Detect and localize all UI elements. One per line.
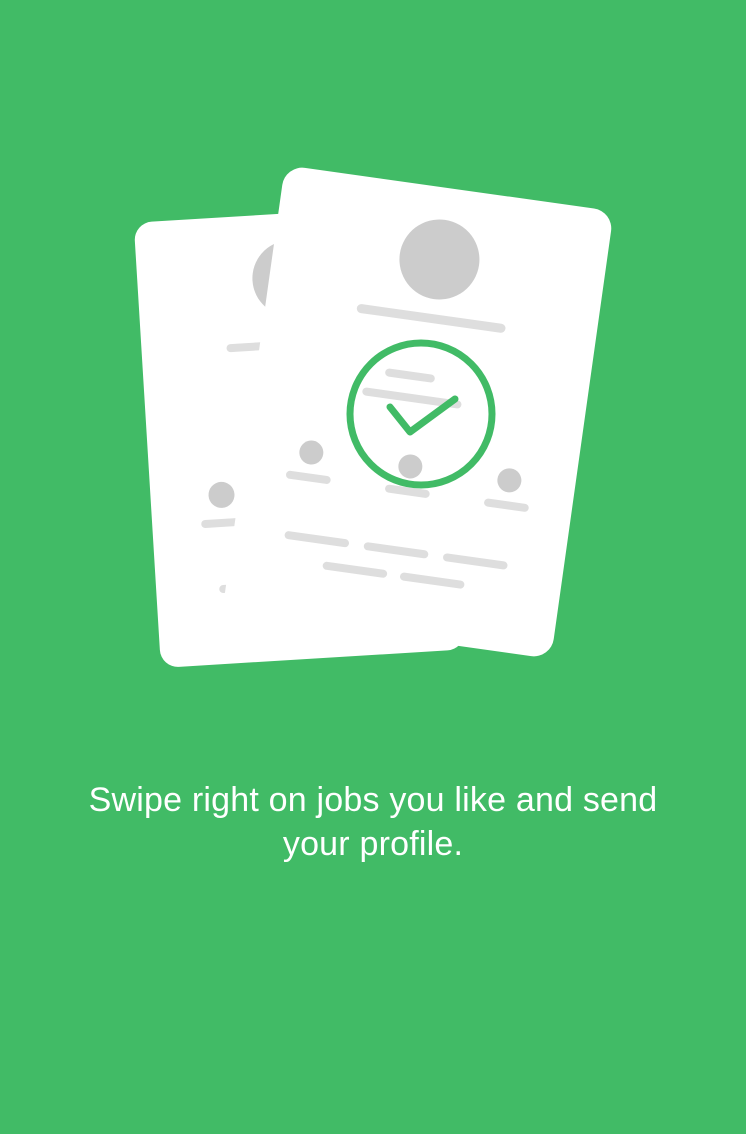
swipe-cards-illustration: [134, 167, 612, 667]
onboarding-screen: Swipe right on jobs you like and send yo…: [0, 0, 746, 1134]
checkmark-badge-icon: [346, 339, 496, 489]
onboarding-caption: Swipe right on jobs you like and send yo…: [88, 781, 658, 863]
